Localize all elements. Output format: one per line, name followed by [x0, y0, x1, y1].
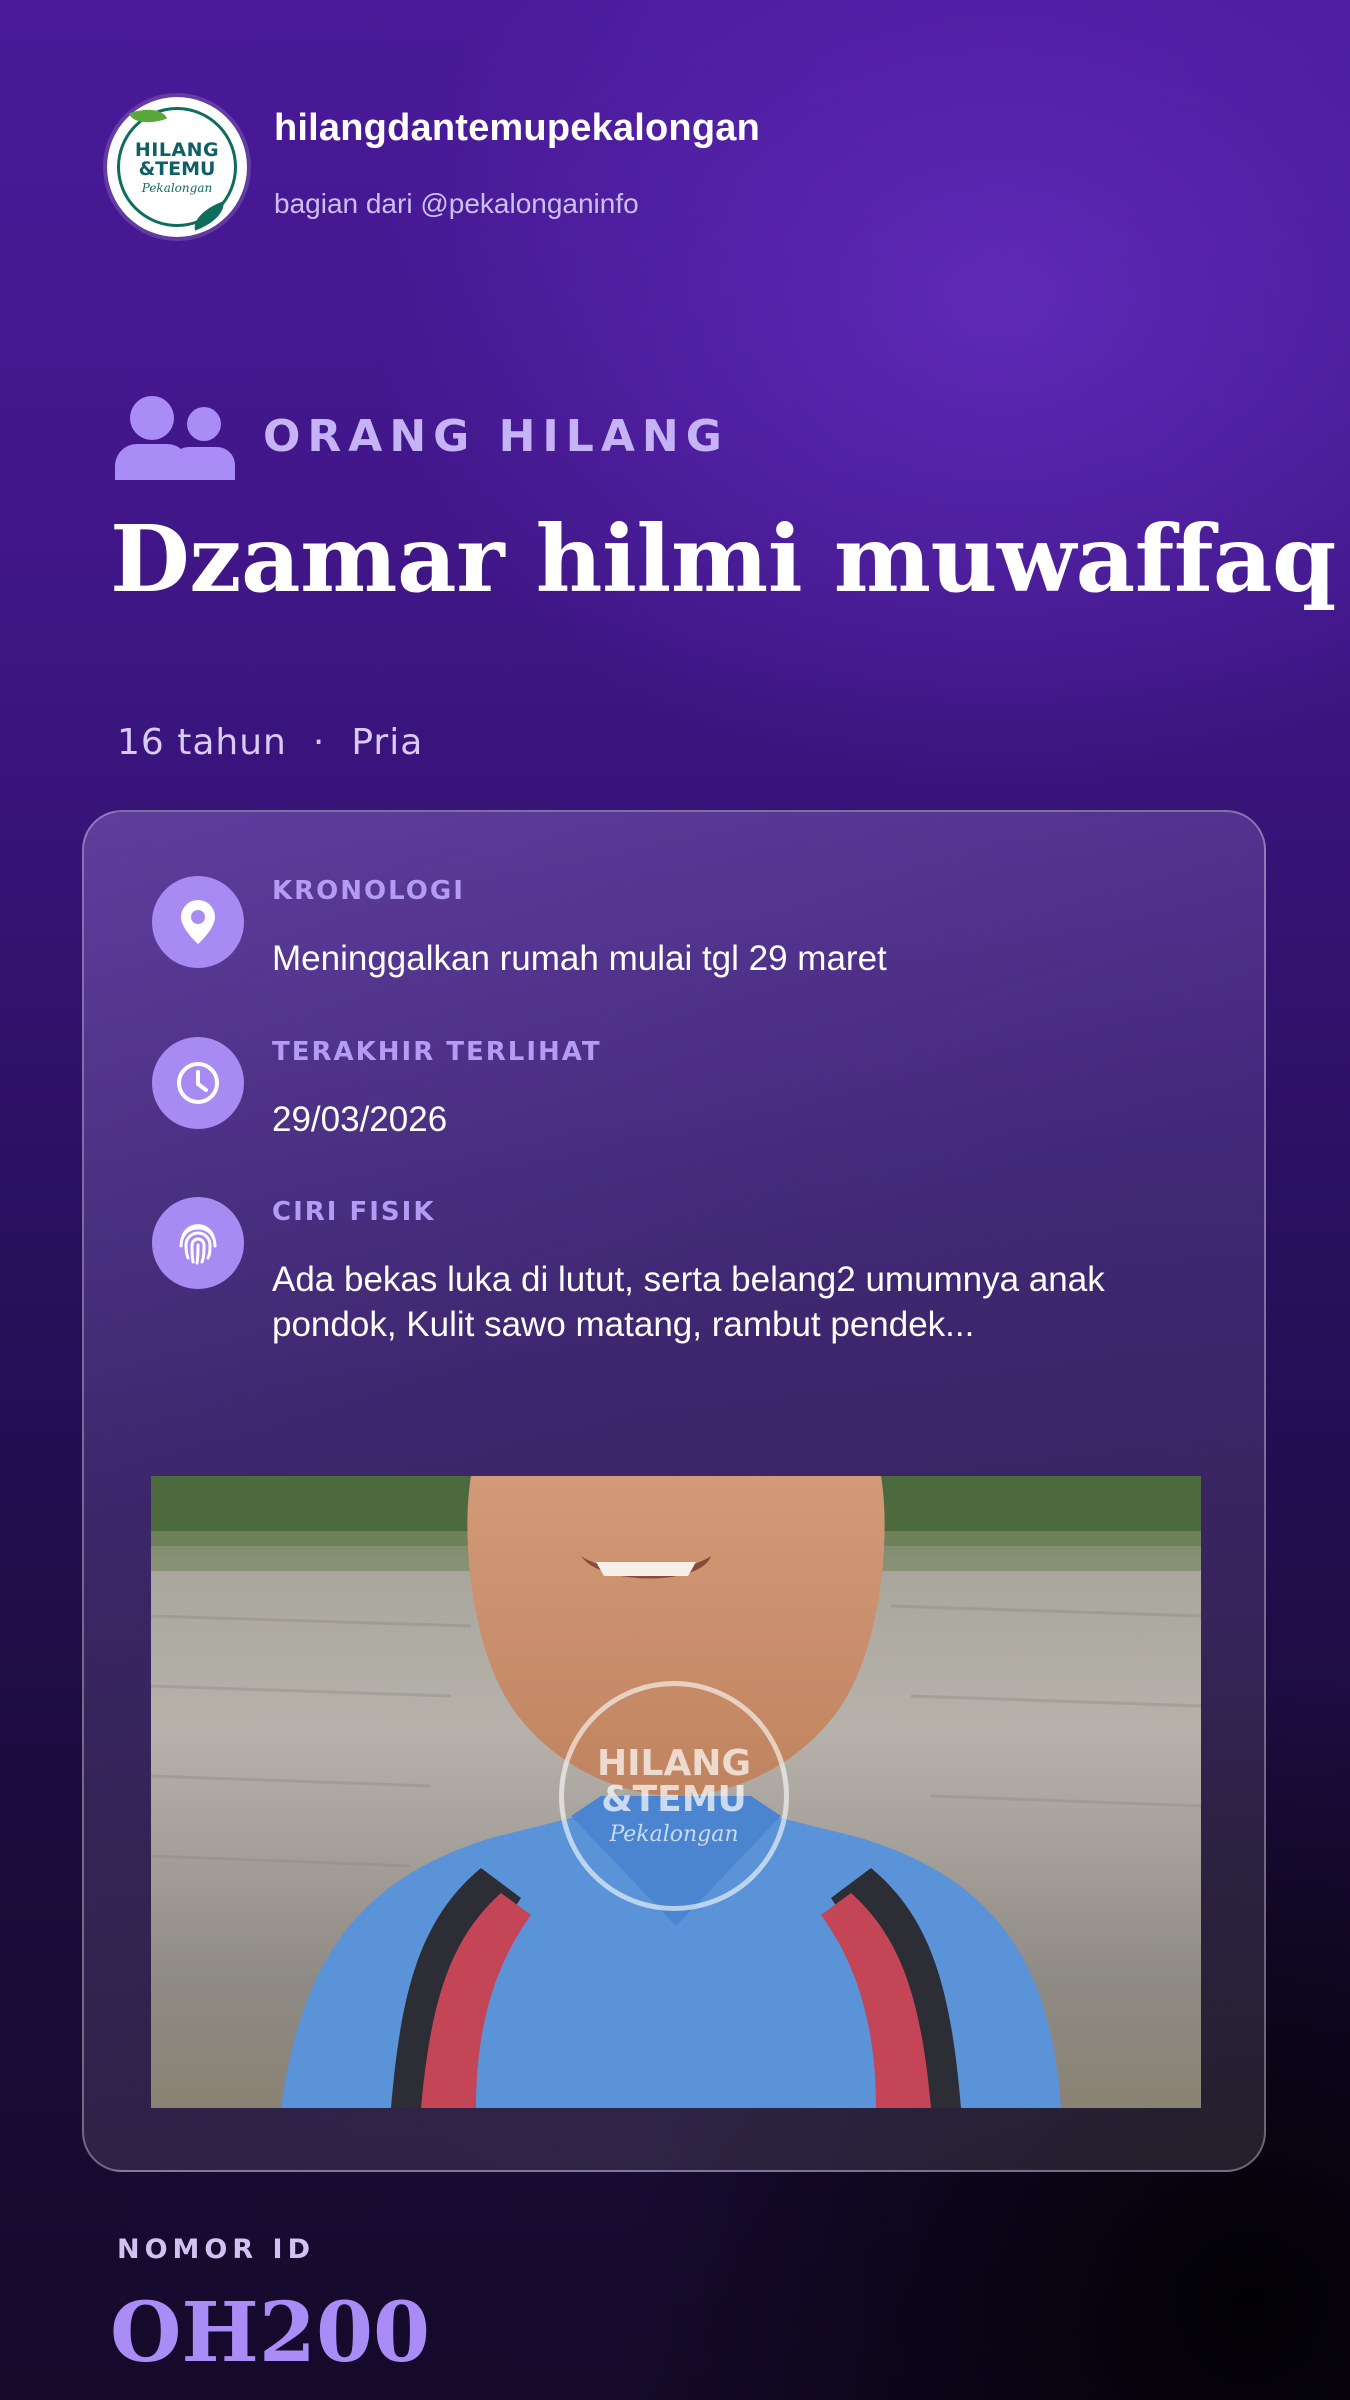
person-name: Dzamar hilmi muwaffaq — [110, 505, 1336, 613]
logo-line-3: Pekalongan — [141, 180, 213, 195]
map-pin-icon — [152, 876, 244, 968]
person-meta: 16 tahun · Pria — [117, 722, 423, 763]
detail-row-ciri-fisik: CIRI FISIK Ada bekas luka di lutut, sert… — [152, 1197, 1132, 1347]
watermark-line-2: &TEMU — [601, 1779, 747, 1820]
id-label: NOMOR ID — [117, 2234, 316, 2265]
person-photo: HILANG &TEMU Pekalongan — [151, 1476, 1201, 2108]
details-card: KRONOLOGI Meninggalkan rumah mulai tgl 2… — [82, 810, 1266, 2172]
logo-line-2: &TEMU — [138, 157, 216, 180]
detail-value: 29/03/2026 — [272, 1100, 448, 1139]
users-icon — [115, 392, 237, 480]
logo-wordmark: HILANG &TEMU Pekalongan — [134, 138, 220, 195]
account-logo[interactable]: HILANG &TEMU Pekalongan — [107, 97, 247, 237]
meta-separator: · — [312, 722, 326, 763]
category-label: ORANG HILANG — [263, 410, 729, 462]
watermark-line-3: Pekalongan — [609, 1822, 739, 1847]
detail-label: TERAKHIR TERLIHAT — [272, 1037, 602, 1067]
detail-value: Ada bekas luka di lutut, serta belang2 u… — [272, 1260, 1105, 1344]
photo-watermark: HILANG &TEMU Pekalongan — [559, 1681, 789, 1911]
person-gender: Pria — [351, 722, 424, 763]
detail-value: Meninggalkan rumah mulai tgl 29 maret — [272, 939, 887, 978]
detail-row-terakhir-terlihat: TERAKHIR TERLIHAT 29/03/2026 — [152, 1037, 602, 1142]
account-subtitle: bagian dari @pekalonganinfo — [274, 188, 639, 219]
watermark-line-1: HILANG — [596, 1743, 751, 1784]
account-name[interactable]: hilangdantemupekalongan — [274, 107, 760, 150]
clock-icon — [152, 1037, 244, 1129]
detail-label: KRONOLOGI — [272, 876, 465, 906]
fingerprint-icon — [152, 1197, 244, 1289]
logo-line-1: HILANG — [134, 138, 220, 161]
detail-row-kronologi: KRONOLOGI Meninggalkan rumah mulai tgl 2… — [152, 876, 887, 981]
account-header: HILANG &TEMU Pekalongan hilangdantemupek… — [107, 97, 760, 237]
person-age: 16 tahun — [117, 722, 287, 763]
id-value: OH200 — [110, 2285, 431, 2381]
detail-label: CIRI FISIK — [272, 1197, 436, 1227]
category-heading: ORANG HILANG — [115, 392, 729, 480]
